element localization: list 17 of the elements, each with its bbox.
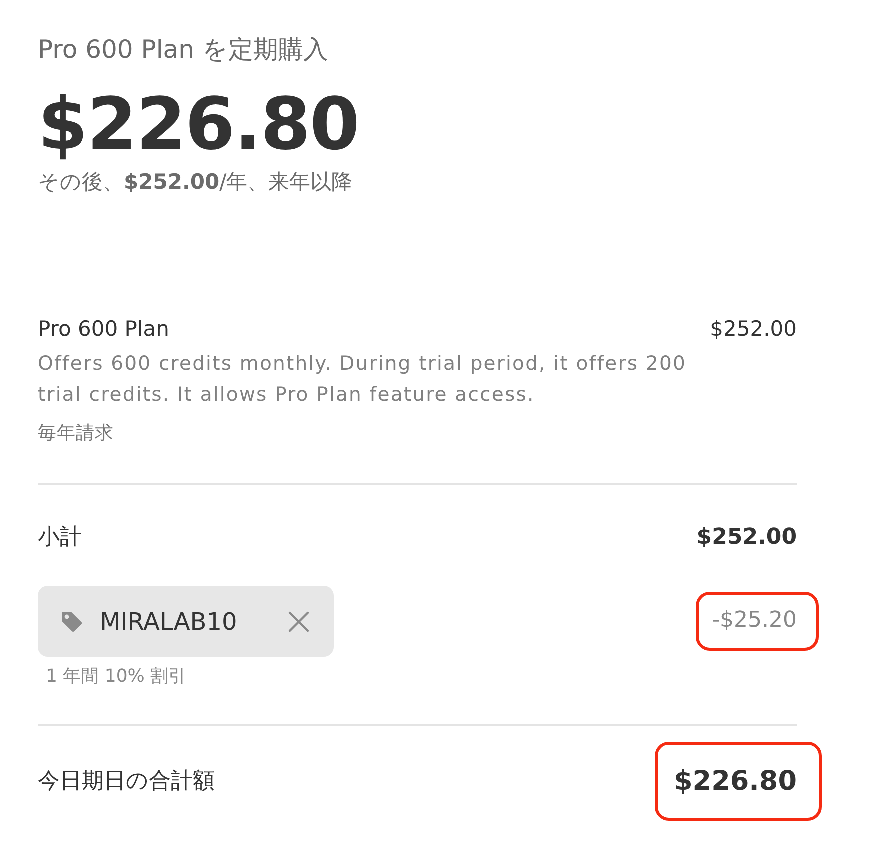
subtotal-amount: $252.00 — [696, 524, 797, 552]
total-amount: $226.80 — [674, 764, 797, 798]
item-price: $252.00 — [710, 316, 797, 344]
renewal-note: その後、$252.00/年、来年以降 — [38, 169, 354, 196]
item-description: Offers 600 credits monthly. During trial period, it offers 200 trial credits. It allows Pro Plan feature access. — [38, 350, 688, 408]
price-due-today: $226.80 — [38, 83, 360, 166]
subtotal-label: 小計 — [38, 524, 82, 552]
item-name: Pro 600 Plan — [38, 316, 170, 344]
promo-code-chip[interactable]: MIRALAB10 — [38, 586, 334, 658]
promo-code: MIRALAB10 — [100, 606, 238, 638]
plan-title: Pro 600 Plan を定期購入 — [38, 34, 330, 66]
billing-period: 毎年請求 — [38, 422, 115, 446]
discount-note: 1 年間 10% 割引 — [46, 665, 188, 689]
total-label: 今日期日の合計額 — [38, 768, 215, 796]
tag-icon — [60, 610, 84, 634]
discount-amount: -$25.20 — [712, 607, 797, 636]
close-icon[interactable] — [288, 610, 310, 633]
